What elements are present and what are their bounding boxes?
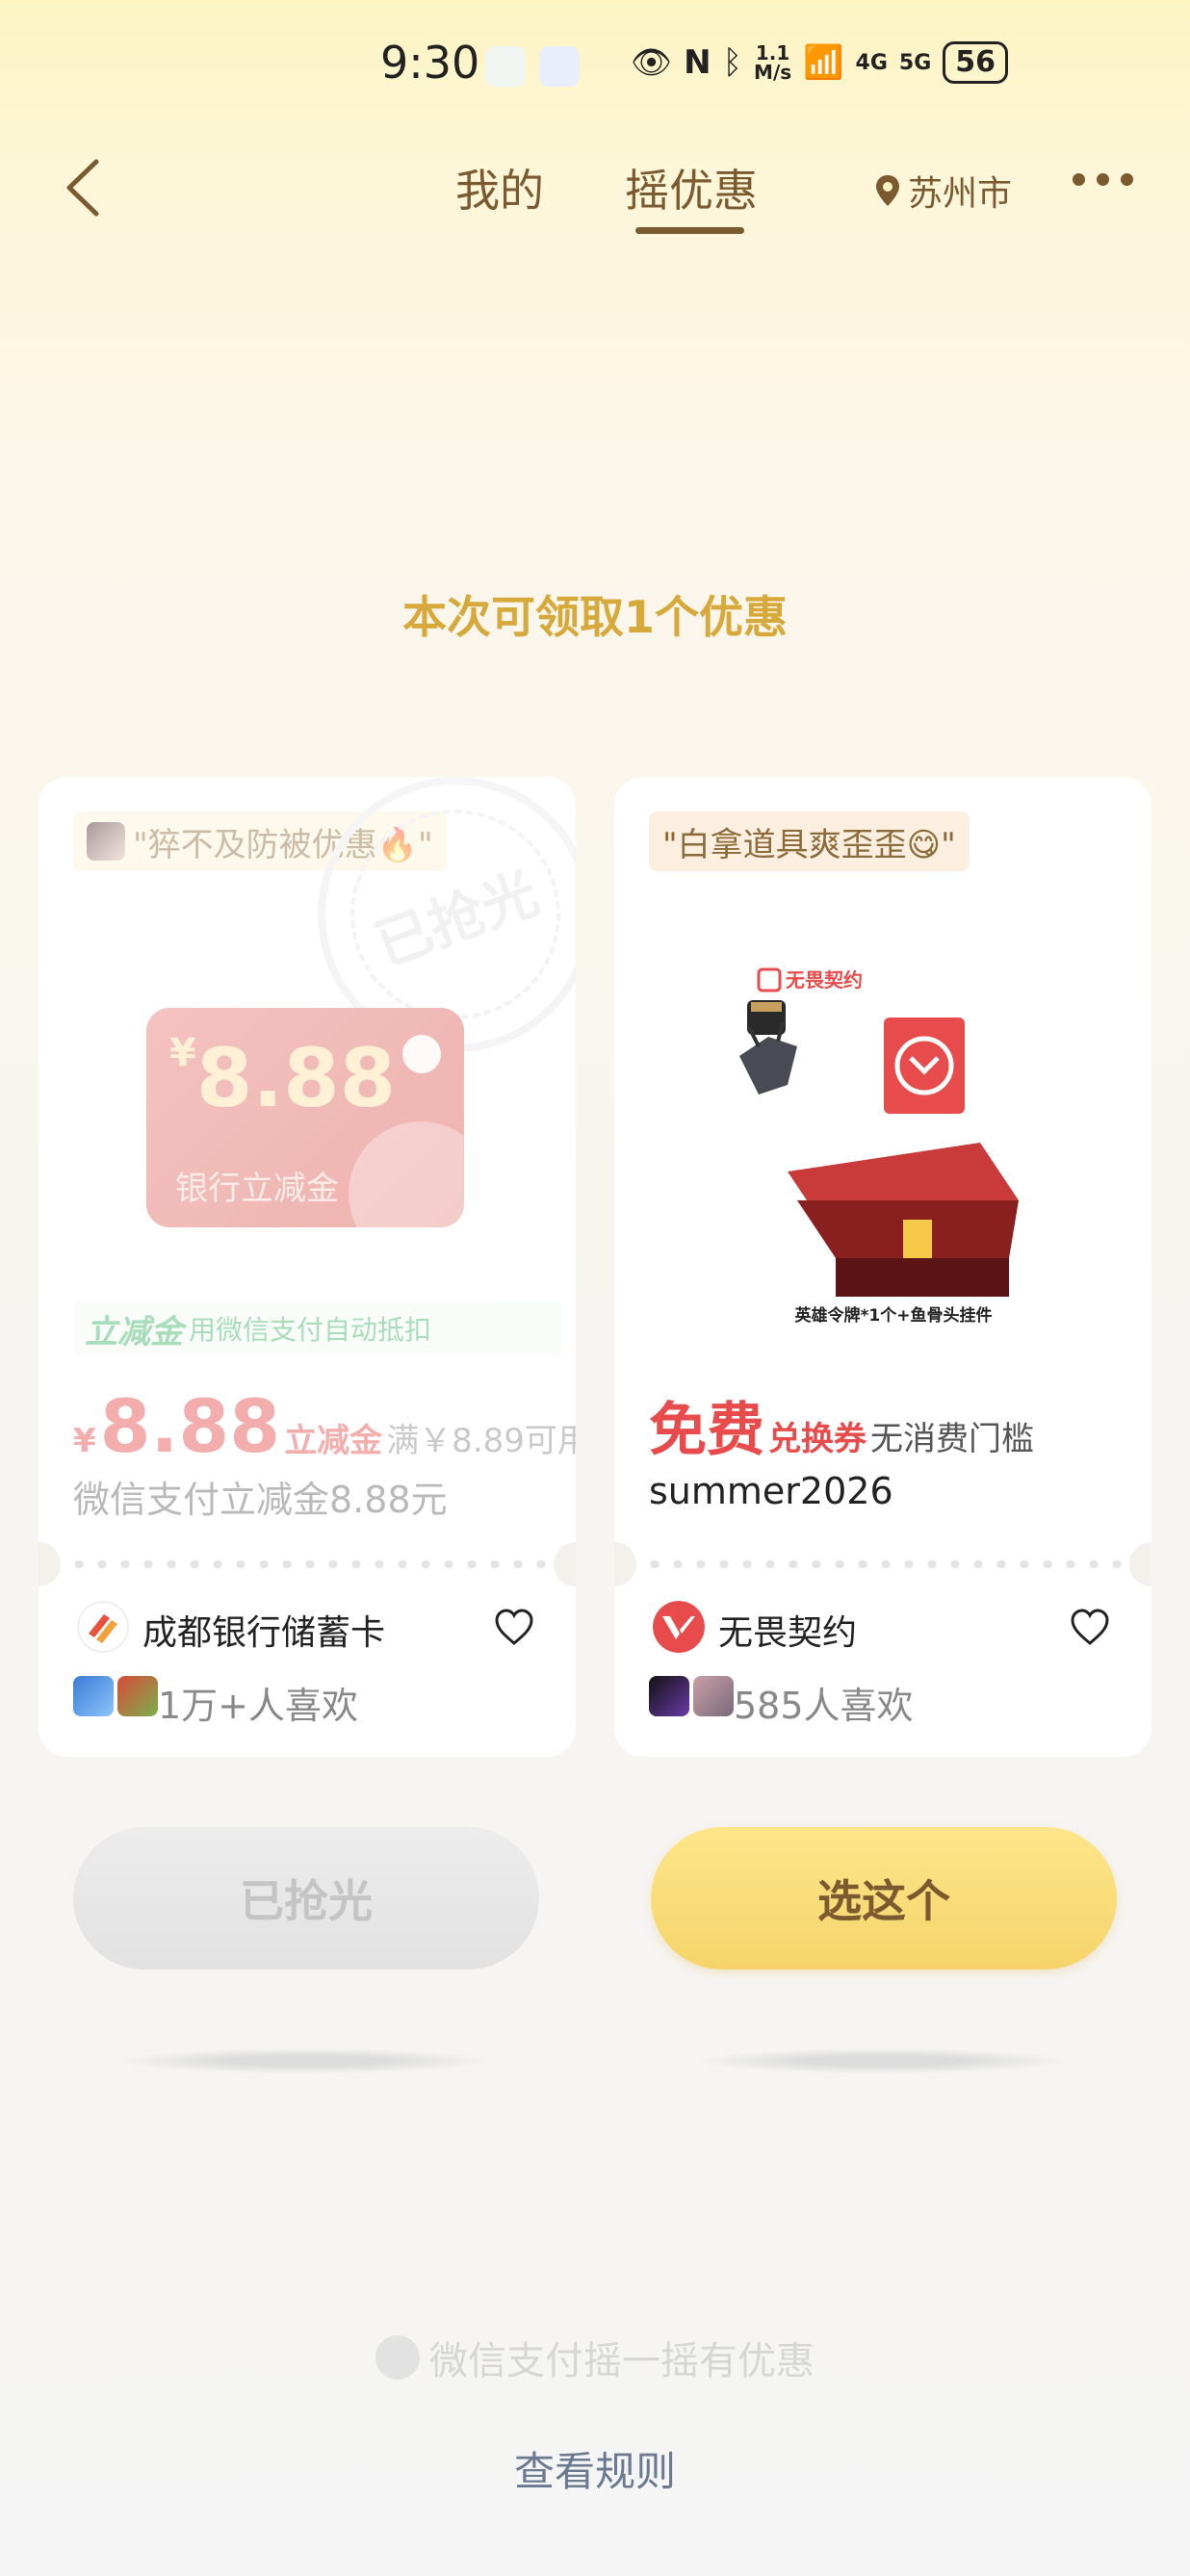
game-item-image: 无畏契约 英雄令牌*1个+鱼骨头挂件 [739, 967, 1019, 1326]
offer-description: summer2026 [649, 1470, 893, 1512]
tag-avatar [87, 822, 125, 861]
likes-count: 585人喜欢 [734, 1685, 914, 1727]
svg-text:无畏契约: 无畏契约 [786, 968, 863, 992]
location-selector[interactable]: 苏州市 [873, 166, 1012, 216]
coupon-amount: ¥8.88 [169, 1031, 397, 1125]
eye-icon: 👁 [631, 43, 673, 82]
mobile-app-icon [485, 46, 526, 87]
active-tab-underline [635, 227, 744, 234]
battery-indicator: 56 [943, 41, 1009, 84]
tab-mine[interactable]: 我的 [455, 156, 544, 219]
price-row: ¥ 8.88 立减金 满￥8.89可用 [73, 1383, 576, 1469]
divider [67, 1560, 547, 1568]
price-row: 免费 兑换券 无消费门槛 [649, 1397, 1034, 1464]
coupon-image: ¥8.88 银行立减金 [146, 1008, 464, 1227]
browser-app-icon [539, 46, 580, 87]
bank-logo-icon [77, 1601, 129, 1653]
nfc-icon: N [684, 43, 711, 82]
discount-pill: 立减金 用微信支付自动抵扣 [73, 1301, 562, 1356]
wechat-pay-icon [375, 2335, 420, 2380]
heart-icon[interactable] [493, 1607, 535, 1649]
bluetooth-icon: ᛒ [722, 43, 743, 82]
divider [643, 1560, 1123, 1568]
status-icons: 👁 N ᛒ 1.1 M/s 📶 4G 5G 56 [631, 39, 1009, 87]
sold-out-button[interactable]: 已抢光 [73, 1827, 539, 1970]
choose-this-button[interactable]: 选这个 [651, 1827, 1117, 1970]
likes-count: 1万+人喜欢 [158, 1685, 359, 1727]
location-pin-icon [876, 175, 899, 206]
footer-brand: 微信支付摇一摇有优惠 [0, 2330, 1190, 2385]
brand-name: 无畏契约 [718, 1613, 858, 1653]
more-menu-icon[interactable] [1073, 173, 1133, 186]
signal-4g: 4G [855, 50, 888, 75]
offer-tag: "白拿道具爽歪歪😋" [649, 811, 970, 871]
location-label: 苏州市 [908, 174, 1013, 214]
wifi-icon: 📶 [803, 43, 844, 82]
status-time: 9:30 [380, 37, 480, 89]
back-icon[interactable] [60, 154, 108, 221]
offer-card-bank[interactable]: "猝不及防被优惠🔥" 已抢光 ¥8.88 银行立减金 立减金 用微信支付自动抵扣… [39, 777, 576, 1757]
liker-avatars [73, 1676, 158, 1716]
page-headline: 本次可领取1个优惠 [401, 591, 788, 643]
brand-name: 成都银行储蓄卡 [142, 1613, 386, 1653]
coupon-decoration [349, 1121, 464, 1227]
liker-avatars [649, 1676, 734, 1716]
game-logo-icon [653, 1601, 705, 1653]
tab-shake-deals[interactable]: 摇优惠 [625, 156, 758, 219]
view-rules-link[interactable]: 查看规则 [0, 2439, 1190, 2498]
bank-mini-icon [402, 1035, 441, 1073]
signal-5g: 5G [898, 50, 932, 75]
svg-text:英雄令牌*1个+鱼骨头挂件: 英雄令牌*1个+鱼骨头挂件 [795, 1305, 993, 1326]
offer-card-game[interactable]: "白拿道具爽歪歪😋" 无畏契约 英雄令牌*1个+鱼骨头挂件 免费 兑换券 无消费… [614, 777, 1151, 1757]
coupon-label: 银行立减金 [175, 1170, 339, 1208]
offer-description: 微信支付立减金8.88元 [73, 1479, 448, 1521]
heart-icon[interactable] [1069, 1607, 1111, 1649]
net-speed: 1.1 M/s [754, 41, 792, 84]
